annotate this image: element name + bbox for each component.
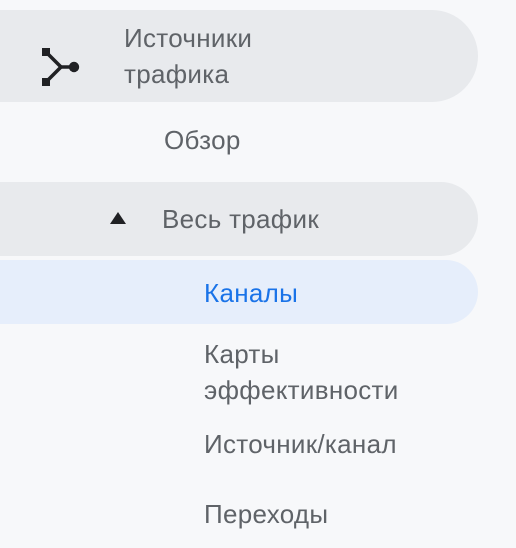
nav-item-label: Обзор (164, 125, 241, 155)
nav-section-traffic-sources[interactable]: Источники трафика (0, 10, 478, 102)
nav-item-referrals[interactable]: Переходы (0, 494, 478, 538)
nav-item-channels[interactable]: Каналы (0, 260, 478, 324)
nav-item-label: Переходы (204, 499, 329, 529)
nav-item-label: Каналы (204, 278, 299, 308)
nav-item-label: Источник/канал (204, 429, 397, 459)
nav-section-label: Источники трафика (124, 23, 253, 89)
nav-item-overview[interactable]: Обзор (0, 120, 478, 162)
nav-item-treemaps[interactable]: Карты эффективности (0, 334, 478, 408)
collapse-triangle-icon (110, 212, 126, 224)
nav-group-all-traffic[interactable]: Весь трафик (0, 182, 478, 256)
nav-item-source-medium[interactable]: Источник/канал (0, 424, 478, 468)
nav-item-label: Карты эффективности (204, 339, 399, 405)
nav-group-label: Весь трафик (162, 204, 319, 234)
traffic-sources-icon (42, 48, 80, 86)
